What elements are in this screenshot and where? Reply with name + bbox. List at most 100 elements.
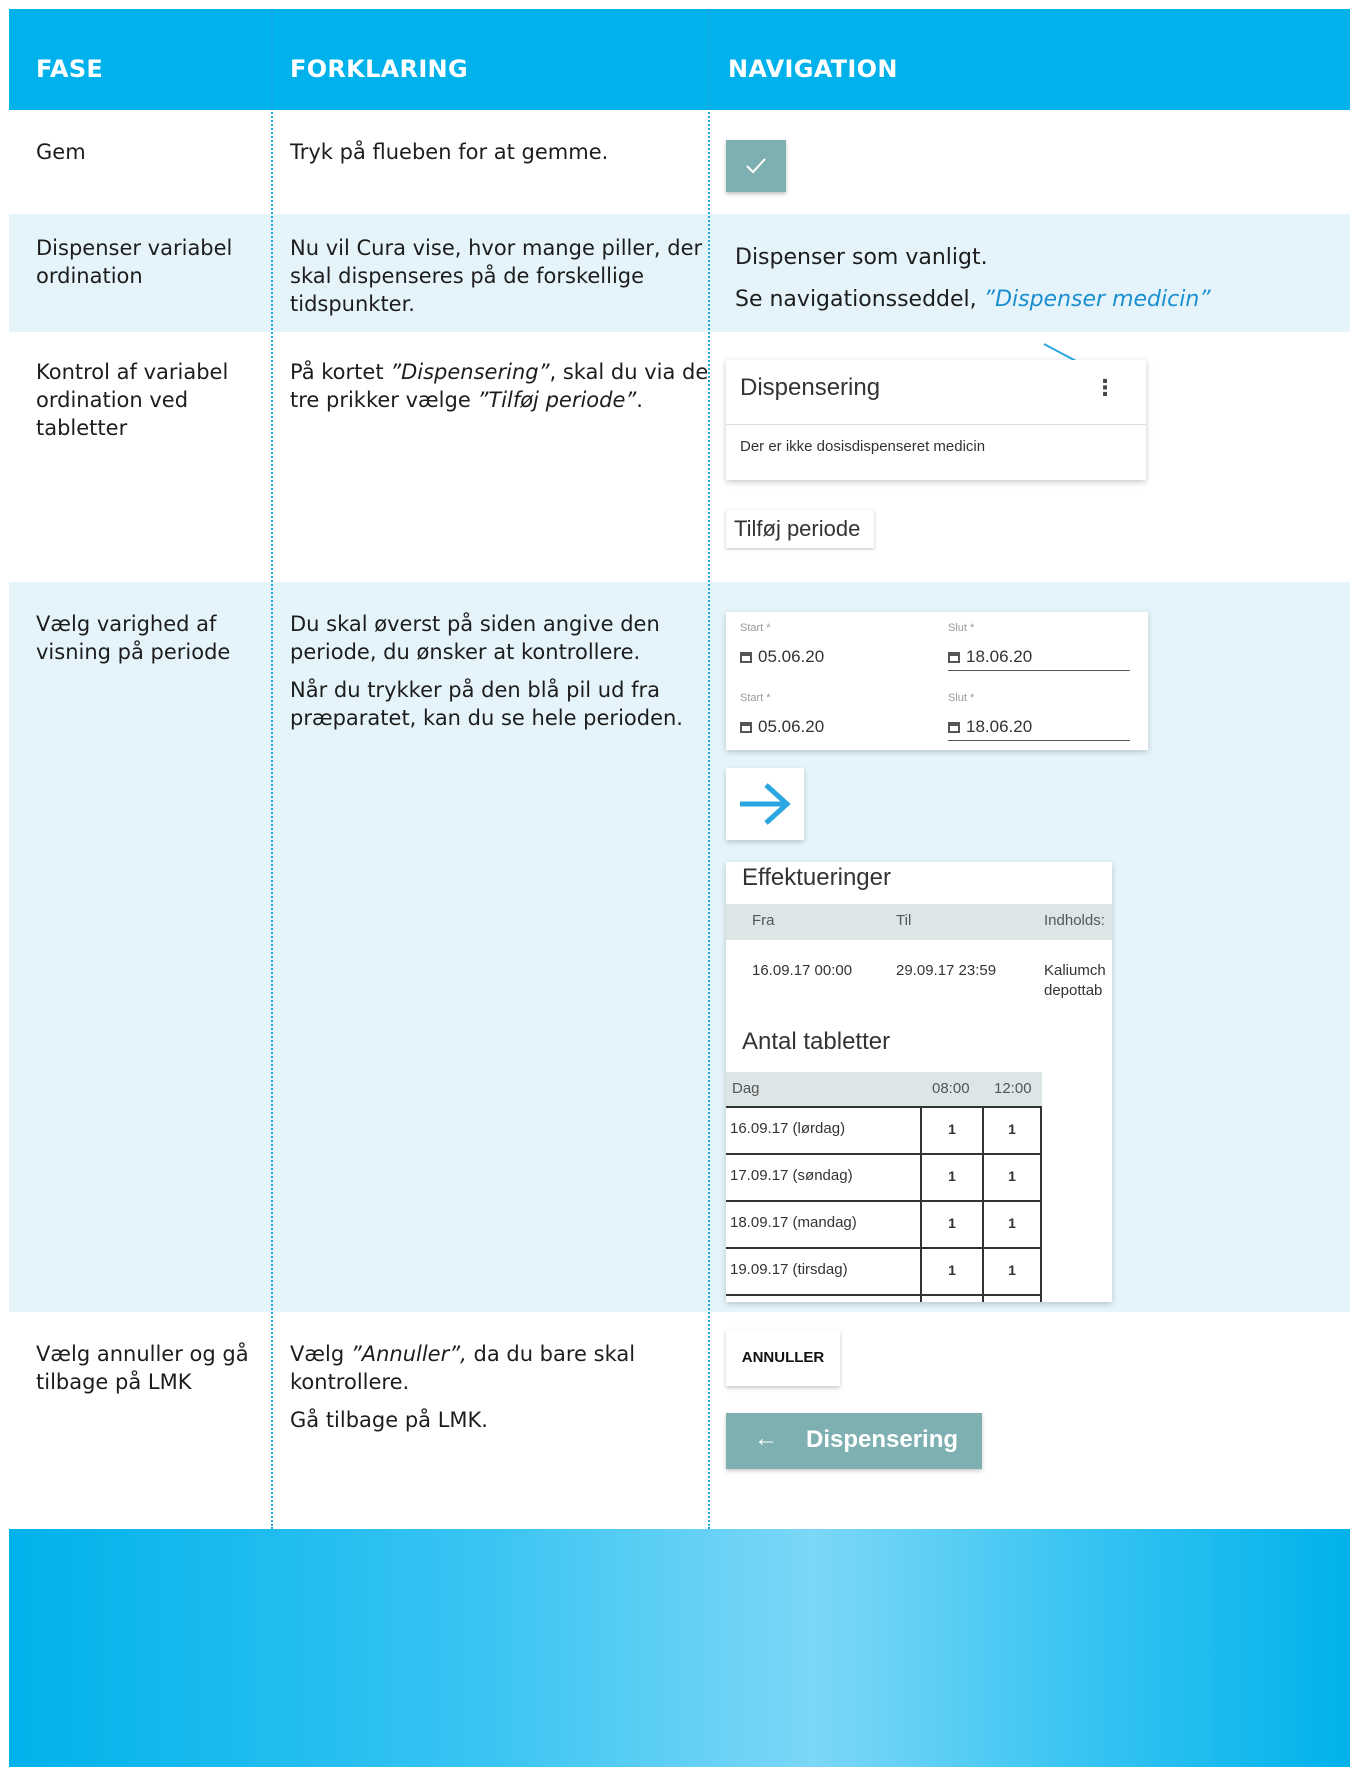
fase-cell: Vælg annuller og gå tilbage på LMK	[36, 1342, 249, 1394]
nav-text-prefix: Se navigationsseddel,	[735, 287, 977, 312]
back-to-dispensering-button[interactable]: ← Dispensering	[726, 1413, 982, 1469]
add-period-button[interactable]: Tilføj periode	[726, 510, 874, 548]
table-row-kontrol: Kontrol af variabel ordination ved table…	[9, 332, 1350, 582]
column-divider	[708, 9, 710, 1529]
dispensering-card: Dispensering ⋮ Der er ikke dosisdispense…	[726, 360, 1146, 480]
slut-label: Slut *	[948, 692, 975, 704]
text-part: .	[636, 388, 643, 412]
start-date-field[interactable]: 05.06.20	[740, 717, 824, 737]
column-divider	[271, 9, 273, 1529]
grid-line	[726, 1106, 1042, 1108]
grid-line	[726, 1247, 1042, 1249]
save-check-button[interactable]	[726, 140, 786, 192]
eff-fra: 16.09.17 00:00	[752, 962, 853, 979]
start-date-value: 05.06.20	[758, 717, 825, 736]
back-label: Dispensering	[806, 1426, 959, 1453]
calendar-icon	[948, 652, 960, 663]
forklaring-text: Du skal øverst på siden angive den perio…	[290, 612, 660, 664]
back-arrow-icon: ←	[754, 1425, 778, 1452]
nav-text: Dispenser som vanligt.	[735, 245, 988, 270]
antal-0800: 1	[948, 1262, 956, 1278]
nav-text-2: Se navigationsseddel, ”Dispenser medicin…	[735, 286, 1345, 314]
forklaring-text: Vælg ”Annuller”, da du bare skal kontrol…	[290, 1340, 710, 1396]
fase-cell: Gem	[36, 140, 86, 164]
grid-line	[982, 1106, 984, 1302]
text-part: Vælg	[290, 1342, 345, 1366]
slut-label: Slut *	[948, 622, 975, 634]
antal-0800: 1	[948, 1121, 956, 1137]
effektueringer-title: Effektueringer	[742, 864, 891, 891]
forklaring-text: Når du trykker på den blå pil ud fra præ…	[290, 678, 683, 730]
forklaring-text: Gå tilbage på LMK.	[290, 1408, 488, 1432]
col-dag: Dag	[732, 1080, 760, 1097]
table-header: FASE FORKLARING NAVIGATION	[9, 9, 1350, 110]
navigation-sheet-link[interactable]: ”Dispenser medicin”	[984, 287, 1211, 312]
antal-title: Antal tabletter	[742, 1028, 891, 1055]
eff-til: 29.09.17 23:59	[896, 962, 997, 979]
start-date-value: 05.06.20	[758, 647, 825, 666]
header-fase: FASE	[36, 55, 104, 83]
antal-row-dag: 18.09.17 (mandag)	[730, 1214, 857, 1231]
fase-cell: Vælg varighed af visning på periode	[36, 612, 231, 664]
effektueringer-panel: Effektueringer Fra Til Indholds: 16.09.1…	[726, 862, 1112, 1302]
forklaring-cell: På kortet ”Dispensering”, skal du via de…	[290, 358, 710, 424]
period-date-panel: Start * 05.06.20 Slut * 18.06.20 Start *…	[726, 612, 1148, 750]
antal-1200: 1	[1008, 1215, 1016, 1231]
antal-row-dag: 16.09.17 (lørdag)	[730, 1120, 846, 1137]
table-row-gem: Gem Tryk på flueben for at gemme.	[9, 110, 1350, 214]
fase-cell: Kontrol af variabel ordination ved table…	[36, 360, 229, 440]
calendar-icon	[740, 652, 752, 663]
underline	[948, 740, 1130, 741]
col-indhold: Indholds:	[1044, 912, 1105, 929]
start-label: Start *	[740, 622, 771, 634]
header-navigation: NAVIGATION	[728, 55, 898, 83]
expand-arrow-button[interactable]	[726, 768, 804, 840]
col-0800: 08:00	[932, 1080, 970, 1097]
forklaring-cell: Tryk på flueben for at gemme.	[290, 138, 710, 176]
table-row-dispenser: Dispenser variabel ordination Nu vil Cur…	[9, 214, 1350, 332]
antal-1200: 1	[1008, 1121, 1016, 1137]
eff-indhold-2: depottab	[1044, 982, 1103, 999]
divider	[726, 424, 1146, 425]
grid-line	[726, 1294, 1042, 1296]
forklaring-text: Nu vil Cura vise, hvor mange piller, der…	[290, 236, 703, 316]
forklaring-cell: Vælg ”Annuller”, da du bare skal kontrol…	[290, 1340, 710, 1444]
slut-date-value: 18.06.20	[966, 717, 1033, 736]
start-label: Start *	[740, 692, 771, 704]
eff-indhold-1: Kaliumch	[1044, 962, 1106, 979]
start-date-field[interactable]: 05.06.20	[740, 647, 824, 667]
slut-date-field[interactable]: 18.06.20	[948, 647, 1032, 667]
grid-line	[920, 1106, 922, 1302]
grid-line	[726, 1200, 1042, 1202]
annuller-button[interactable]: ANNULLER	[726, 1330, 840, 1386]
table-row-varighed: Vælg varighed af visning på periode Du s…	[9, 582, 1350, 1312]
antal-row-dag: 17.09.17 (søndag)	[730, 1167, 853, 1184]
action-name: ”Tilføj periode”	[477, 388, 637, 412]
more-options-icon[interactable]: ⋮	[1094, 376, 1116, 401]
card-name: ”Dispensering”	[390, 360, 550, 384]
forklaring-text: På kortet ”Dispensering”, skal du via de…	[290, 358, 710, 414]
antal-0800: 1	[948, 1215, 956, 1231]
slut-date-value: 18.06.20	[966, 647, 1033, 666]
antal-row-dag: 19.09.17 (tirsdag)	[730, 1261, 848, 1278]
navigation-cell: Dispenser som vanligt. Se navigationssed…	[735, 244, 1345, 324]
arrow-right-icon	[740, 783, 791, 825]
antal-1200: 1	[1008, 1168, 1016, 1184]
forklaring-cell: Du skal øverst på siden angive den perio…	[290, 610, 710, 742]
fase-cell: Dispenser variabel ordination	[36, 236, 233, 288]
header-forklaring: FORKLARING	[290, 55, 468, 83]
underline	[948, 670, 1130, 671]
instruction-table: FASE FORKLARING NAVIGATION Gem Tryk på f…	[0, 0, 1350, 1767]
antal-0800: 1	[948, 1168, 956, 1184]
calendar-icon	[948, 722, 960, 733]
slut-date-field[interactable]: 18.06.20	[948, 717, 1032, 737]
table-row-annuller: Vælg annuller og gå tilbage på LMK Vælg …	[9, 1312, 1350, 1529]
footer-band	[9, 1529, 1350, 1767]
calendar-icon	[740, 722, 752, 733]
button-name: ”Annuller”,	[350, 1342, 467, 1366]
text-part: På kortet	[290, 360, 384, 384]
card-title: Dispensering	[740, 374, 881, 401]
forklaring-text: Tryk på flueben for at gemme.	[290, 140, 609, 164]
col-1200: 12:00	[994, 1080, 1032, 1097]
grid-line	[726, 1153, 1042, 1155]
